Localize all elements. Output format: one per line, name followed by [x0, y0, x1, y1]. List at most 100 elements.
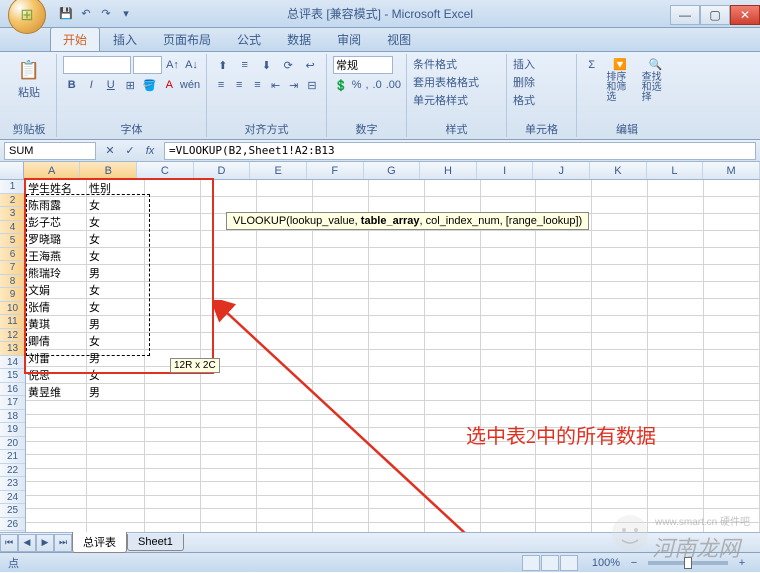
- cell[interactable]: [145, 455, 201, 469]
- cell[interactable]: [592, 299, 648, 316]
- cell[interactable]: [424, 316, 480, 333]
- cell[interactable]: [536, 495, 592, 509]
- row-header[interactable]: 1: [0, 180, 25, 194]
- cell[interactable]: [257, 282, 313, 299]
- cell[interactable]: [312, 455, 368, 469]
- qat-more-icon[interactable]: ▾: [118, 6, 134, 22]
- cell[interactable]: [424, 248, 480, 265]
- cell[interactable]: [704, 248, 760, 265]
- cell[interactable]: [87, 468, 145, 482]
- row-header[interactable]: 26: [0, 518, 25, 532]
- cell[interactable]: [368, 333, 424, 350]
- cell[interactable]: [704, 414, 760, 428]
- cell[interactable]: [368, 299, 424, 316]
- row-header[interactable]: 13: [0, 342, 25, 356]
- next-sheet-icon[interactable]: ▶: [36, 534, 54, 552]
- cell[interactable]: [424, 180, 480, 197]
- cell[interactable]: [312, 384, 368, 401]
- cell[interactable]: [648, 441, 704, 455]
- cell[interactable]: [480, 299, 536, 316]
- cell[interactable]: [424, 401, 480, 415]
- cell[interactable]: [87, 522, 145, 532]
- cell[interactable]: [480, 384, 536, 401]
- insert-button[interactable]: 插入: [513, 56, 570, 72]
- row-header[interactable]: 6: [0, 248, 25, 262]
- cell[interactable]: [145, 197, 201, 214]
- cell[interactable]: [257, 384, 313, 401]
- cell[interactable]: [26, 428, 87, 442]
- number-format-select[interactable]: 常规: [333, 56, 393, 74]
- cell[interactable]: [368, 197, 424, 214]
- currency-icon[interactable]: 💲: [333, 76, 349, 94]
- cell[interactable]: 女: [87, 282, 145, 299]
- cell[interactable]: [536, 265, 592, 282]
- cell[interactable]: [257, 248, 313, 265]
- cell[interactable]: [536, 350, 592, 367]
- cell[interactable]: [312, 282, 368, 299]
- cell[interactable]: 学生姓名: [26, 180, 87, 197]
- cell[interactable]: [368, 401, 424, 415]
- cell[interactable]: [201, 428, 257, 442]
- cell[interactable]: [536, 522, 592, 532]
- cell[interactable]: 刘雷: [26, 350, 87, 367]
- cell[interactable]: [648, 282, 704, 299]
- cell[interactable]: 彭子芯: [26, 214, 87, 231]
- cell[interactable]: [704, 197, 760, 214]
- align-mid-icon[interactable]: ≡: [235, 56, 255, 74]
- cell[interactable]: [704, 214, 760, 231]
- align-center-icon[interactable]: ≡: [231, 76, 247, 94]
- last-sheet-icon[interactable]: ⏭: [54, 534, 72, 552]
- cell[interactable]: [257, 265, 313, 282]
- row-header[interactable]: 3: [0, 207, 25, 221]
- cell[interactable]: [145, 333, 201, 350]
- cancel-formula-icon[interactable]: ✕: [102, 143, 118, 159]
- col-header[interactable]: F: [307, 162, 364, 179]
- cell[interactable]: [648, 428, 704, 442]
- cell[interactable]: [26, 509, 87, 523]
- cell[interactable]: [201, 455, 257, 469]
- cell[interactable]: [480, 265, 536, 282]
- cell[interactable]: [648, 265, 704, 282]
- cell[interactable]: 陈雨露: [26, 197, 87, 214]
- dec-dec-icon[interactable]: .00: [385, 76, 402, 94]
- cell[interactable]: [145, 282, 201, 299]
- cell[interactable]: [536, 384, 592, 401]
- cell[interactable]: [368, 367, 424, 384]
- indent-icon[interactable]: ⇥: [286, 76, 302, 94]
- align-right-icon[interactable]: ≡: [249, 76, 265, 94]
- cell[interactable]: [648, 384, 704, 401]
- cell[interactable]: [704, 495, 760, 509]
- cell[interactable]: [145, 231, 201, 248]
- cell[interactable]: [201, 231, 257, 248]
- cell[interactable]: [592, 265, 648, 282]
- cell[interactable]: [704, 441, 760, 455]
- cell[interactable]: [257, 367, 313, 384]
- cell[interactable]: [480, 316, 536, 333]
- cell[interactable]: [257, 350, 313, 367]
- cell[interactable]: [26, 468, 87, 482]
- cell[interactable]: [424, 299, 480, 316]
- cell[interactable]: [704, 350, 760, 367]
- row-header[interactable]: 15: [0, 369, 25, 383]
- cell[interactable]: [201, 197, 257, 214]
- cells-area[interactable]: 学生姓名性别陈雨露女彭子芯女罗晓璐女王海燕女熊瑞玲男文娟女张倩女黄琪男卿倩女刘雷…: [26, 180, 760, 532]
- cell[interactable]: [201, 509, 257, 523]
- cell[interactable]: [648, 197, 704, 214]
- minimize-button[interactable]: —: [670, 5, 700, 25]
- tab-review[interactable]: 审阅: [324, 27, 374, 51]
- cell[interactable]: [648, 468, 704, 482]
- cell[interactable]: [480, 401, 536, 415]
- row-header[interactable]: 16: [0, 383, 25, 397]
- cell[interactable]: [480, 180, 536, 197]
- undo-icon[interactable]: ↶: [78, 6, 94, 22]
- cell[interactable]: [648, 333, 704, 350]
- cell[interactable]: [704, 367, 760, 384]
- cell[interactable]: [312, 333, 368, 350]
- row-header[interactable]: 19: [0, 423, 25, 437]
- cell[interactable]: [704, 401, 760, 415]
- cell[interactable]: [145, 299, 201, 316]
- cell-style-button[interactable]: 单元格样式: [413, 92, 500, 108]
- cell[interactable]: [145, 384, 201, 401]
- cell[interactable]: [704, 231, 760, 248]
- row-header[interactable]: 22: [0, 464, 25, 478]
